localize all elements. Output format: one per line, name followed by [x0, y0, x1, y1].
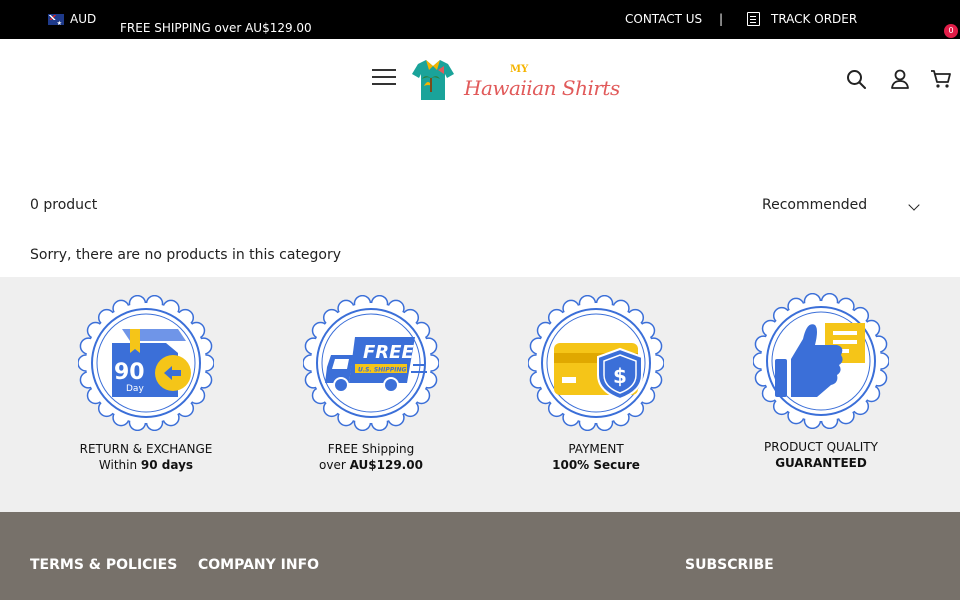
footer-terms-heading[interactable]: TERMS & POLICIES	[30, 557, 177, 573]
sort-selected-value: Recommended	[762, 197, 868, 213]
feature-subtitle: GUARANTEED	[775, 456, 867, 470]
australia-flag-icon	[48, 13, 64, 27]
badge-number: 90	[114, 360, 145, 385]
footer-company-heading[interactable]: COMPANY INFO	[198, 557, 319, 573]
badge-free: FREE	[363, 342, 414, 363]
empty-category-message: Sorry, there are no products in this cat…	[30, 247, 342, 263]
feature-title: RETURN & EXCHANGE	[79, 442, 213, 456]
site-header: MY Hawaiian Shirts	[0, 39, 960, 119]
site-logo[interactable]: MY Hawaiian Shirts	[410, 54, 620, 104]
svg-text:$: $	[613, 364, 627, 388]
feature-subtitle: 100% Secure	[552, 458, 640, 472]
cart-icon[interactable]	[930, 69, 952, 89]
thumbs-up-icon	[753, 293, 889, 429]
clipboard-icon	[747, 12, 760, 26]
hawaiian-shirt-icon	[412, 60, 454, 100]
footer-subscribe-heading[interactable]: SUBSCRIBE	[685, 557, 774, 573]
feature-title: PAYMENT	[568, 442, 624, 456]
feature-quality: PRODUCT QUALITY GUARANTEED	[731, 293, 911, 471]
free-shipping-truck-icon: FREE U.S. SHIPPING	[303, 295, 439, 431]
product-count: 0 product	[30, 197, 98, 213]
chevron-down-icon	[908, 199, 920, 211]
feature-title: PRODUCT QUALITY	[764, 440, 878, 454]
feature-shipping: FREE U.S. SHIPPING FREE Shipping over AU…	[281, 295, 461, 473]
feature-return: 90 Day RETURN & EXCHANGE Within 90 days	[56, 295, 236, 473]
feature-payment: $ PAYMENT 100% Secure	[506, 295, 686, 473]
currency-label: AUD	[70, 12, 97, 26]
return-box-icon: 90 Day	[78, 295, 214, 431]
logo-my: MY	[510, 64, 529, 75]
top-bar: AUD FREE SHIPPING over AU$129.00 CONTACT…	[0, 0, 960, 39]
feature-subtitle: Within 90 days	[98, 458, 194, 472]
logo-wordmark: MY Hawaiian Shirts	[460, 56, 620, 102]
badge-sub: U.S. SHIPPING	[358, 367, 406, 374]
feature-subtitle: over AU$129.00	[319, 458, 423, 472]
features-strip: 90 Day RETURN & EXCHANGE Within 90 days …	[0, 277, 960, 512]
topbar-divider: |	[719, 12, 724, 26]
badge-unit: Day	[126, 384, 144, 394]
secure-payment-icon: $	[528, 295, 664, 431]
currency-selector[interactable]: AUD	[48, 12, 97, 27]
site-footer: TERMS & POLICIES COMPANY INFO SUBSCRIBE	[0, 512, 960, 600]
shipping-promo: FREE SHIPPING over AU$129.00	[120, 21, 312, 35]
feature-title: FREE Shipping	[327, 442, 415, 456]
contact-us-link[interactable]: CONTACT US	[625, 12, 702, 26]
sort-dropdown[interactable]: Recommended	[762, 197, 922, 217]
track-order-link[interactable]: TRACK ORDER	[747, 12, 857, 26]
logo-main-text: Hawaiian Shirts	[464, 76, 620, 100]
search-icon[interactable]	[846, 69, 866, 89]
user-account-icon[interactable]	[890, 69, 910, 89]
cart-count-badge: 0	[944, 24, 958, 38]
track-order-label: TRACK ORDER	[771, 12, 858, 26]
menu-icon[interactable]	[372, 69, 396, 86]
